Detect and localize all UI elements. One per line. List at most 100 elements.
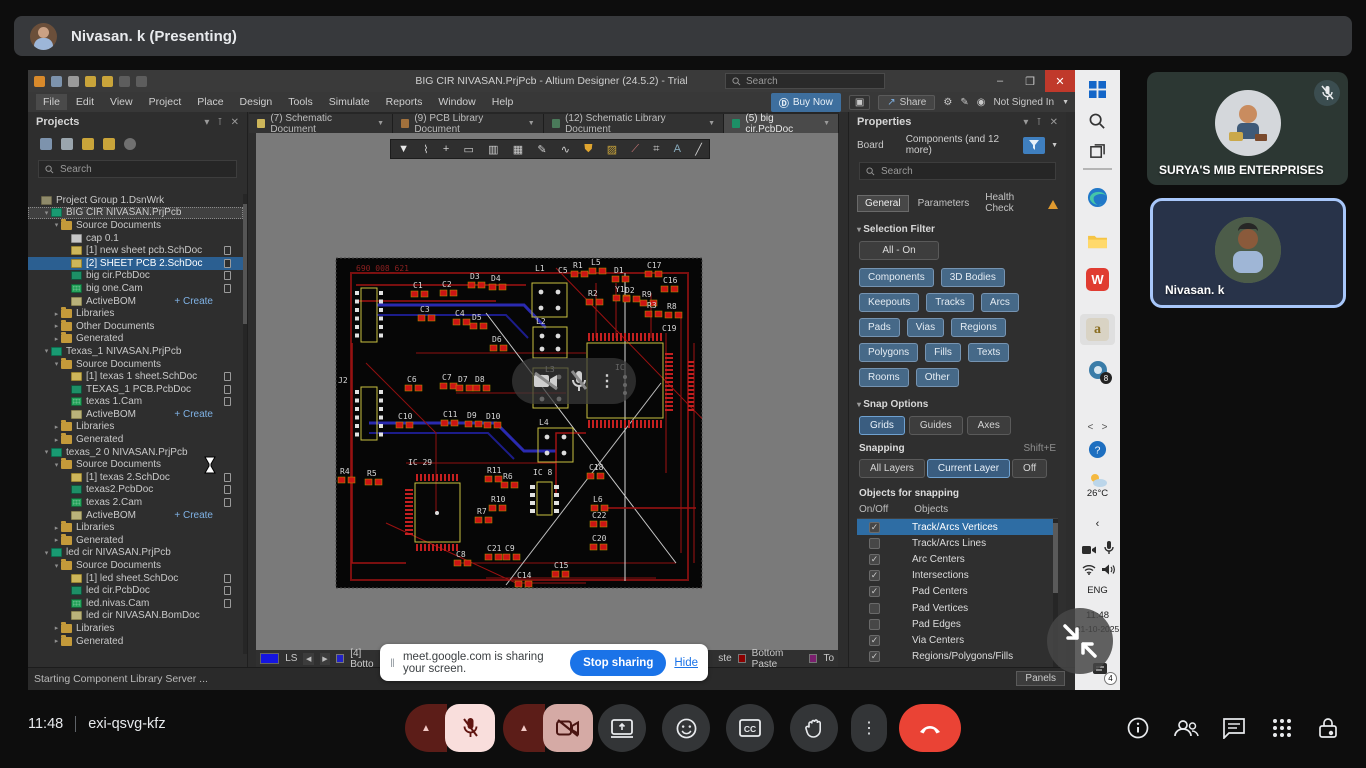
- panel-pin-icon[interactable]: ⊺: [1036, 117, 1041, 128]
- filter-funnel-button[interactable]: [1023, 137, 1045, 154]
- document-icon[interactable]: [68, 76, 79, 87]
- all-on-button[interactable]: All - On: [859, 241, 939, 260]
- tree-expander-icon[interactable]: ▸: [52, 624, 61, 632]
- tray-speaker-icon[interactable]: [1097, 558, 1120, 581]
- chart-tool-icon[interactable]: ▥: [488, 143, 498, 156]
- create-link[interactable]: + Create: [174, 296, 213, 307]
- tab-dropdown-icon[interactable]: ▼: [528, 120, 535, 127]
- filter-button-arcs[interactable]: Arcs: [981, 293, 1019, 312]
- filter-button-3d-bodies[interactable]: 3D Bodies: [941, 268, 1005, 287]
- edge-browser-icon[interactable]: [1086, 186, 1109, 209]
- filter-button-tracks[interactable]: Tracks: [926, 293, 974, 312]
- tree-expander-icon[interactable]: ▸: [52, 536, 61, 544]
- tree-item[interactable]: ▾BIG CIR NIVASAN.PrjPcb: [28, 207, 243, 220]
- snap-object-row[interactable]: ✓Via Centers: [857, 632, 1058, 648]
- tree-item[interactable]: led cir.PcbDoc: [28, 584, 243, 597]
- filter-button-polygons[interactable]: Polygons: [859, 343, 918, 362]
- task-view-icon[interactable]: [1086, 140, 1109, 163]
- tree-item[interactable]: ▾led cir NIVASAN.PrjPcb: [28, 547, 243, 560]
- selection-filter-title[interactable]: Selection Filter: [849, 218, 1066, 239]
- share-button[interactable]: ↗Share: [878, 95, 935, 110]
- media-app-icon[interactable]: 8: [1086, 358, 1109, 381]
- snap-checkbox[interactable]: [869, 603, 880, 614]
- tree-item[interactable]: ▸Generated: [28, 333, 243, 346]
- tree-item[interactable]: ▾Source Documents: [28, 559, 243, 572]
- chat-button[interactable]: [1218, 712, 1250, 744]
- mic-toggle-button[interactable]: [445, 704, 495, 752]
- snap-checkbox[interactable]: ✓: [869, 635, 880, 646]
- projects-scrollbar[interactable]: [243, 194, 247, 654]
- participant-tile-active[interactable]: Nivasan. k: [1150, 198, 1346, 308]
- menu-item-simulate[interactable]: Simulate: [322, 94, 377, 110]
- camera-toggle-button[interactable]: [543, 704, 593, 752]
- snap-mode-grids[interactable]: Grids: [859, 416, 905, 435]
- snap-object-row[interactable]: ✓Pad Centers: [857, 584, 1058, 600]
- menu-item-view[interactable]: View: [103, 94, 140, 110]
- snap-layer-off[interactable]: Off: [1012, 459, 1047, 478]
- user-icon[interactable]: ◉: [977, 97, 986, 108]
- snap-object-row[interactable]: Track/Arcs Lines: [857, 535, 1058, 551]
- top-layer-label[interactable]: To: [823, 653, 834, 664]
- help-app-icon[interactable]: ?: [1086, 438, 1109, 461]
- menu-item-reports[interactable]: Reports: [379, 94, 430, 110]
- snap-checkbox[interactable]: [869, 538, 880, 549]
- save-all-icon[interactable]: [40, 138, 52, 150]
- restore-button[interactable]: ❐: [1015, 70, 1045, 92]
- snap-checkbox[interactable]: ✓: [869, 586, 880, 597]
- tray-mic-icon[interactable]: [1097, 536, 1120, 559]
- tree-expander-icon[interactable]: ▾: [42, 209, 51, 217]
- snap-options-title[interactable]: Snap Options: [849, 393, 1066, 414]
- wps-office-icon[interactable]: W: [1086, 268, 1109, 291]
- add-tool-icon[interactable]: +: [443, 143, 449, 155]
- tree-item[interactable]: ▸Libraries: [28, 307, 243, 320]
- tab-dropdown-icon[interactable]: ▼: [377, 120, 384, 127]
- snap-tool-icon[interactable]: ⌇: [423, 143, 428, 156]
- grid-tool-icon[interactable]: ▦: [513, 143, 523, 156]
- tree-item[interactable]: [1] led sheet.SchDoc: [28, 572, 243, 585]
- bulb-tool-icon[interactable]: ⛊: [584, 143, 592, 156]
- layer-prev-button[interactable]: ◀: [303, 653, 313, 665]
- snap-checkbox[interactable]: [869, 619, 880, 630]
- settings-icon[interactable]: [124, 138, 136, 150]
- folder-icon[interactable]: [82, 138, 94, 150]
- snap-layer-all-layers[interactable]: All Layers: [859, 459, 925, 478]
- more-options-button[interactable]: ⋮: [851, 704, 887, 752]
- layer-set-label[interactable]: LS: [285, 653, 297, 664]
- menu-item-place[interactable]: Place: [190, 94, 230, 110]
- minimize-button[interactable]: –: [985, 70, 1015, 92]
- snap-object-row[interactable]: ✓Track/Arcs Vertices: [857, 519, 1058, 535]
- filter-button-components[interactable]: Components: [859, 268, 934, 287]
- hide-banner-link[interactable]: Hide: [674, 657, 698, 669]
- tree-expander-icon[interactable]: ▸: [52, 310, 61, 318]
- tree-item[interactable]: ActiveBOM+ Create: [28, 509, 243, 522]
- filter-button-keepouts[interactable]: Keepouts: [859, 293, 919, 312]
- tree-expander-icon[interactable]: ▾: [42, 549, 51, 557]
- tree-item[interactable]: [1] new sheet pcb.SchDoc: [28, 244, 243, 257]
- reactions-button[interactable]: [662, 704, 710, 752]
- tree-expander-icon[interactable]: ▾: [52, 562, 61, 570]
- camera-tool-icon[interactable]: ▣: [849, 95, 870, 110]
- menu-item-project[interactable]: Project: [142, 94, 189, 110]
- filter-button-rooms[interactable]: Rooms: [859, 368, 909, 387]
- snap-object-row[interactable]: Pad Vertices: [857, 600, 1058, 616]
- open-folder-icon[interactable]: [85, 76, 96, 87]
- open-project-icon[interactable]: [102, 76, 113, 87]
- tree-item[interactable]: ▾Source Documents: [28, 358, 243, 371]
- snap-checkbox[interactable]: ✓: [869, 522, 880, 533]
- panel-pin-icon[interactable]: ⊺: [217, 117, 222, 128]
- menu-item-file[interactable]: File: [36, 94, 67, 110]
- snap-checkbox[interactable]: ✓: [869, 570, 880, 581]
- people-button[interactable]: [1170, 712, 1202, 744]
- taskbar-scroll-arrows[interactable]: < >: [1075, 422, 1120, 433]
- tree-item[interactable]: ▸Libraries: [28, 622, 243, 635]
- snap-checkbox[interactable]: ✓: [869, 554, 880, 565]
- tree-item[interactable]: texas 1.Cam: [28, 396, 243, 409]
- settings-gear-icon[interactable]: ⚙: [943, 97, 952, 108]
- panel-close-icon[interactable]: ✕: [231, 117, 239, 128]
- bottom-paste-swatch[interactable]: [738, 654, 746, 663]
- folder-tool-icon[interactable]: ▨: [607, 143, 617, 156]
- tree-expander-icon[interactable]: ▸: [52, 524, 61, 532]
- snap-object-row[interactable]: ✓Arc Centers: [857, 551, 1058, 567]
- signin-status[interactable]: Not Signed In: [993, 97, 1054, 108]
- menu-item-design[interactable]: Design: [233, 94, 280, 110]
